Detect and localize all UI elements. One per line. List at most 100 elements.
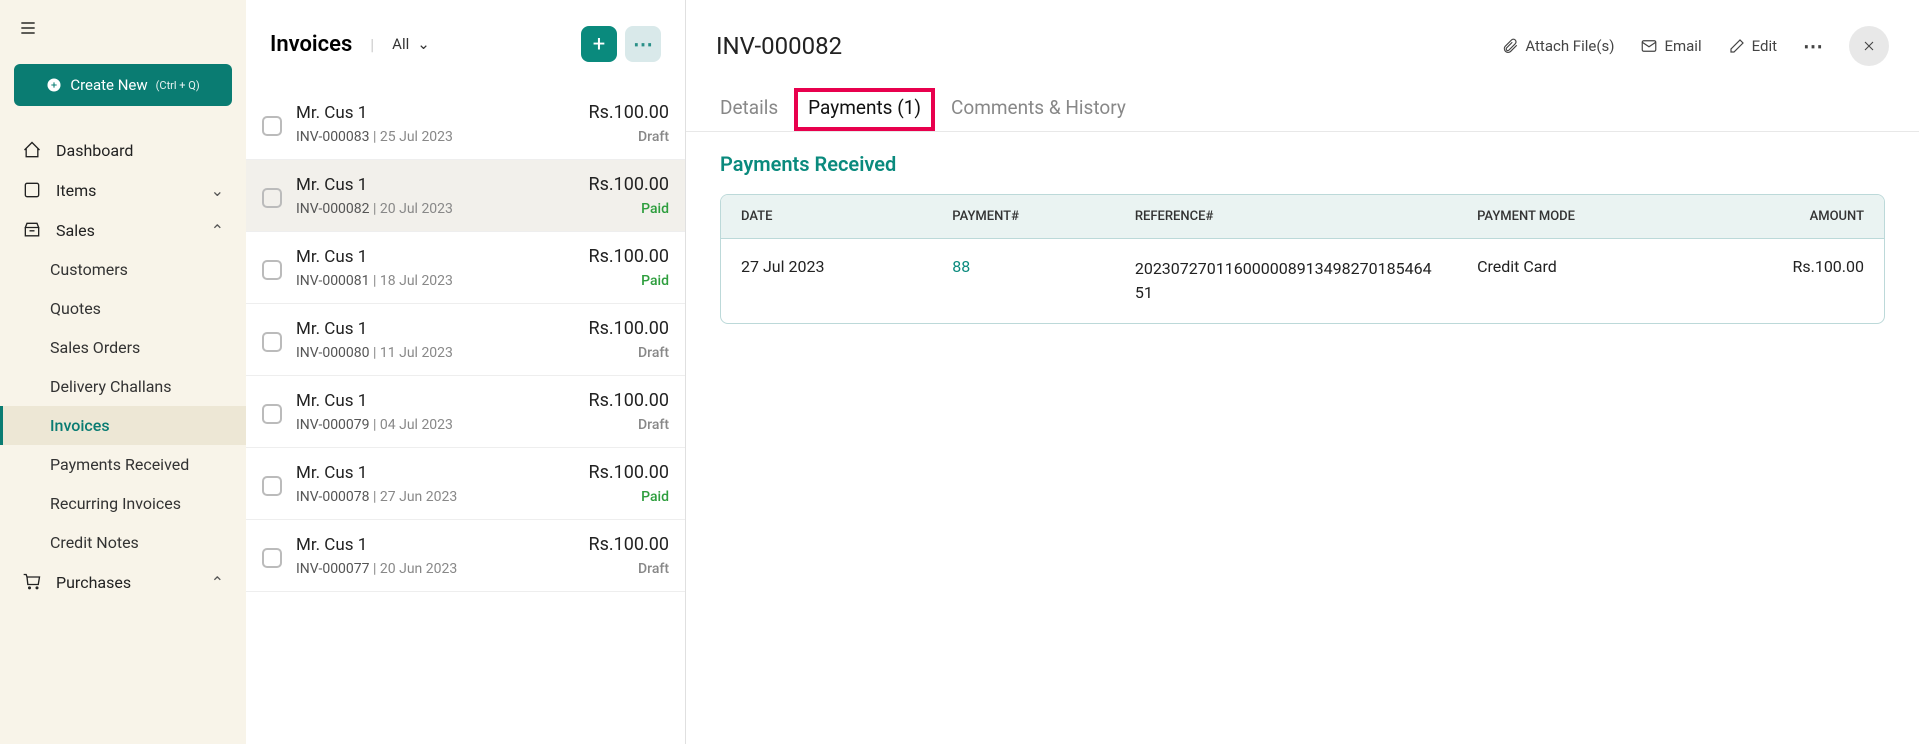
list-title: Invoices [270,32,352,57]
invoice-meta: INV-000081 | 18 Jul 2023 [296,273,453,289]
create-new-label: Create New [70,76,147,94]
invoice-list-row[interactable]: Mr. Cus 1 Rs.100.00 INV-000080 | 11 Jul … [246,304,685,376]
invoice-meta: INV-000079 | 04 Jul 2023 [296,417,453,433]
customer-name: Mr. Cus 1 [296,463,367,483]
sidebar-item-credit-notes[interactable]: Credit Notes [0,523,246,562]
sidebar-item-payments-received[interactable]: Payments Received [0,445,246,484]
invoice-status: Draft [638,345,669,361]
attach-file-button[interactable]: Attach File(s) [1501,37,1614,55]
sidebar-item-label: Dashboard [56,141,133,160]
action-label: Attach File(s) [1525,37,1614,55]
row-checkbox[interactable] [262,188,282,208]
row-checkbox[interactable] [262,548,282,568]
close-button[interactable] [1849,26,1889,66]
sidebar-item-sales-orders[interactable]: Sales Orders [0,328,246,367]
filter-label-text: All [392,35,409,53]
customer-name: Mr. Cus 1 [296,175,367,195]
invoice-status: Draft [638,561,669,577]
invoice-meta: INV-000077 | 20 Jun 2023 [296,561,457,577]
invoice-list-row[interactable]: Mr. Cus 1 Rs.100.00 INV-000081 | 18 Jul … [246,232,685,304]
sidebar-item-quotes[interactable]: Quotes [0,289,246,328]
sidebar-item-customers[interactable]: Customers [0,250,246,289]
invoice-meta: INV-000083 | 25 Jul 2023 [296,129,453,145]
invoice-amount: Rs.100.00 [589,534,669,555]
email-button[interactable]: Email [1640,37,1701,55]
invoice-list-row[interactable]: Mr. Cus 1 Rs.100.00 INV-000077 | 20 Jun … [246,520,685,592]
sidebar-item-invoices[interactable]: Invoices [0,406,246,445]
customer-name: Mr. Cus 1 [296,319,367,339]
customer-name: Mr. Cus 1 [296,247,367,267]
payment-mode: Credit Card [1457,239,1693,323]
sidebar-item-dashboard[interactable]: Dashboard [0,130,246,170]
chevron-up-icon: ⌃ [211,573,224,592]
invoice-list-row[interactable]: Mr. Cus 1 Rs.100.00 INV-000083 | 25 Jul … [246,88,685,160]
payment-amount: Rs.100.00 [1693,239,1884,323]
row-checkbox[interactable] [262,332,282,352]
add-invoice-button[interactable]: + [581,26,617,62]
chevron-down-icon: ⌄ [211,181,224,200]
sidebar-item-items[interactable]: Items ⌄ [0,170,246,210]
create-new-shortcut: (Ctrl + Q) [156,79,200,92]
invoice-amount: Rs.100.00 [589,174,669,195]
sidebar-item-recurring-invoices[interactable]: Recurring Invoices [0,484,246,523]
separator: | [370,35,374,54]
invoice-status: Draft [638,417,669,433]
row-checkbox[interactable] [262,476,282,496]
action-label: Email [1664,37,1701,55]
col-reference: REFERENCE# [1115,195,1457,239]
row-checkbox[interactable] [262,404,282,424]
row-checkbox[interactable] [262,116,282,136]
invoice-list-panel: Invoices | All ⌄ + ⋯ Mr. Cus 1 Rs.100.00… [246,0,686,744]
action-label: Edit [1752,37,1777,55]
tab-comments[interactable]: Comments & History [947,88,1130,131]
sidebar: Create New (Ctrl + Q) Dashboard Items ⌄ … [0,0,246,744]
payment-row[interactable]: 27 Jul 2023 88 2023072701160000089134982… [721,239,1884,323]
chevron-down-icon: ⌄ [417,35,430,53]
payments-table: DATE PAYMENT# REFERENCE# PAYMENT MODE AM… [720,194,1885,324]
edit-button[interactable]: Edit [1728,37,1777,55]
customer-name: Mr. Cus 1 [296,535,367,555]
invoice-meta: INV-000080 | 11 Jul 2023 [296,345,453,361]
col-payment: PAYMENT# [932,195,1115,239]
sidebar-item-label: Items [56,181,96,200]
invoice-status: Paid [641,273,669,289]
invoice-list-row[interactable]: Mr. Cus 1 Rs.100.00 INV-000078 | 27 Jun … [246,448,685,520]
invoice-detail-panel: INV-000082 Attach File(s) Email Edit ⋯ D… [686,0,1919,744]
tab-payments[interactable]: Payments (1) [794,88,935,131]
col-date: DATE [721,195,932,239]
more-button[interactable]: ⋯ [1803,34,1823,58]
customer-name: Mr. Cus 1 [296,103,367,123]
payment-number-link[interactable]: 88 [952,257,970,276]
invoice-meta: INV-000082 | 20 Jul 2023 [296,201,453,217]
sidebar-item-purchases[interactable]: Purchases ⌃ [0,562,246,602]
invoice-amount: Rs.100.00 [589,246,669,267]
invoice-detail-title: INV-000082 [716,32,842,60]
payment-reference: 20230727011600000891349827018546451 [1115,239,1457,323]
tab-details[interactable]: Details [716,88,782,131]
create-new-button[interactable]: Create New (Ctrl + Q) [14,64,232,106]
invoice-list-row[interactable]: Mr. Cus 1 Rs.100.00 INV-000079 | 04 Jul … [246,376,685,448]
col-mode: PAYMENT MODE [1457,195,1693,239]
invoice-status: Paid [641,201,669,217]
invoice-amount: Rs.100.00 [589,390,669,411]
sidebar-item-sales[interactable]: Sales ⌃ [0,210,246,250]
invoice-status: Paid [641,489,669,505]
invoice-amount: Rs.100.00 [589,318,669,339]
more-options-button[interactable]: ⋯ [625,26,661,62]
row-checkbox[interactable] [262,260,282,280]
sidebar-item-label: Purchases [56,573,131,592]
invoice-list-row[interactable]: Mr. Cus 1 Rs.100.00 INV-000082 | 20 Jul … [246,160,685,232]
invoice-amount: Rs.100.00 [589,102,669,123]
col-amount: AMOUNT [1693,195,1884,239]
hamburger-menu-icon[interactable] [0,8,246,52]
invoice-status: Draft [638,129,669,145]
invoice-meta: INV-000078 | 27 Jun 2023 [296,489,457,505]
filter-dropdown[interactable]: All ⌄ [392,35,430,53]
chevron-up-icon: ⌃ [211,221,224,240]
invoice-list[interactable]: Mr. Cus 1 Rs.100.00 INV-000083 | 25 Jul … [246,88,685,744]
sidebar-item-delivery-challans[interactable]: Delivery Challans [0,367,246,406]
invoice-amount: Rs.100.00 [589,462,669,483]
payment-date: 27 Jul 2023 [721,239,932,323]
payments-received-heading: Payments Received [720,152,1885,176]
customer-name: Mr. Cus 1 [296,391,367,411]
